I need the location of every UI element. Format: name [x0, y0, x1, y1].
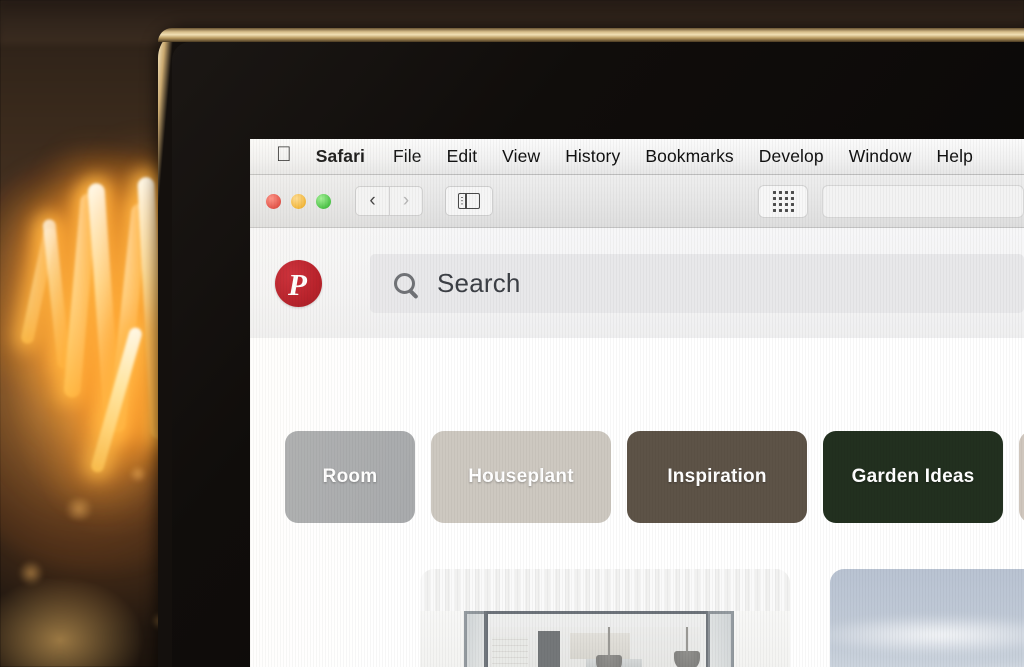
search-placeholder: Search [437, 267, 521, 298]
minimize-window-button[interactable] [291, 193, 306, 209]
category-pill-partial[interactable] [1019, 431, 1024, 523]
bifold-door-frame [464, 611, 734, 667]
pin-card-landscape[interactable] [830, 569, 1024, 667]
macos-menu-bar:  Safari File Edit View History Bookmark… [250, 139, 1024, 175]
category-pill-houseplant[interactable]: Houseplant [431, 431, 611, 523]
close-window-button[interactable] [266, 193, 281, 209]
bifold-door-leaf-left [464, 611, 486, 667]
menu-item-view[interactable]: View [502, 146, 540, 167]
category-label: Houseplant [468, 466, 574, 487]
laptop-screen:  Safari File Edit View History Bookmark… [250, 139, 1024, 667]
pinterest-logo-icon[interactable]: P [275, 259, 322, 307]
zoom-window-button[interactable] [316, 193, 331, 209]
menu-item-edit[interactable]: Edit [447, 146, 478, 167]
forward-button[interactable]: › [389, 186, 423, 216]
pin-grid [250, 569, 1024, 667]
sidebar-toggle-button[interactable] [445, 186, 493, 216]
kitchen-ceiling [420, 569, 790, 611]
chevron-left-icon: ‹ [369, 190, 376, 211]
search-magnifier-icon [394, 272, 415, 294]
search-input[interactable]: Search [370, 253, 1024, 313]
category-pill-room[interactable]: Room [285, 431, 415, 523]
chevron-right-icon: › [402, 190, 410, 211]
pin-card-kitchen[interactable] [420, 569, 790, 667]
bifold-door-leaf-right [706, 611, 734, 667]
category-label: Room [322, 466, 378, 487]
tab-overview-grid-icon [772, 190, 794, 212]
category-pill-row: Room Houseplant Inspiration Garden Ideas [250, 431, 1024, 523]
category-label: Inspiration [667, 466, 767, 487]
back-button[interactable]: ‹ [355, 186, 389, 216]
category-pill-garden-ideas[interactable]: Garden Ideas [823, 431, 1003, 523]
category-label: Garden Ideas [851, 466, 975, 487]
laptop-lid-edge [158, 28, 1024, 42]
apple-logo-icon[interactable]:  [276, 144, 292, 165]
pinterest-page: P Search Room Houseplant Inspiration Gar… [250, 228, 1024, 667]
sidebar-toggle-icon [458, 193, 480, 209]
pinterest-header: P Search [250, 228, 1024, 338]
menu-item-window[interactable]: Window [849, 146, 912, 167]
menu-item-help[interactable]: Help [937, 146, 973, 167]
cloud [830, 615, 1024, 655]
menu-item-safari[interactable]: Safari [316, 146, 365, 167]
category-pill-inspiration[interactable]: Inspiration [627, 431, 807, 523]
pinterest-logo-letter: P [288, 266, 307, 302]
menu-item-bookmarks[interactable]: Bookmarks [645, 146, 733, 167]
navigation-buttons: ‹ › [355, 186, 423, 216]
address-bar[interactable] [822, 184, 1024, 218]
safari-toolbar: ‹ › [250, 175, 1024, 228]
menu-item-history[interactable]: History [565, 146, 620, 167]
menu-item-develop[interactable]: Develop [759, 146, 824, 167]
window-traffic-lights [266, 193, 331, 209]
menu-item-file[interactable]: File [393, 146, 422, 167]
tab-overview-button[interactable] [758, 184, 808, 218]
